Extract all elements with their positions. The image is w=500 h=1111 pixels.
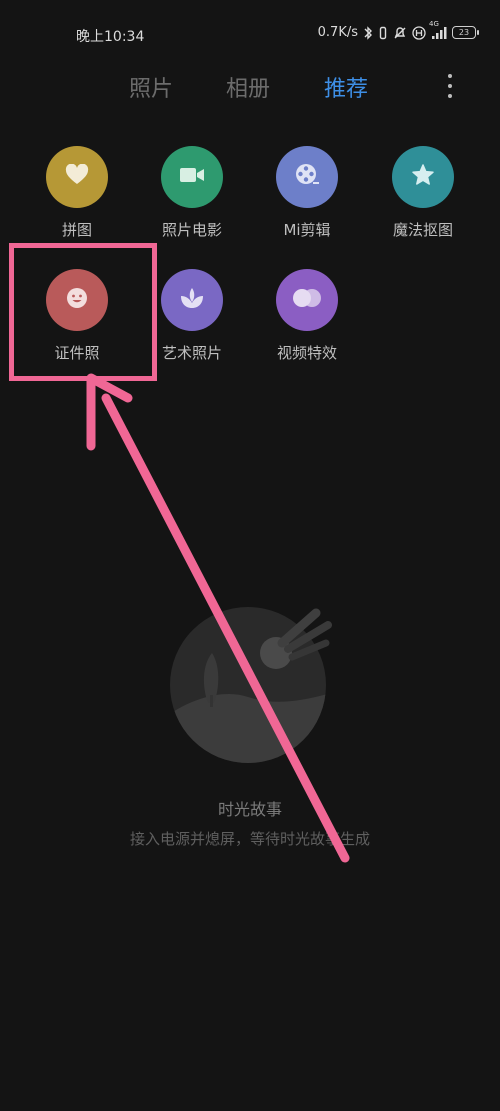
- star-icon: [411, 163, 435, 191]
- more-dot: [448, 94, 452, 98]
- top-tabs: 照片 相册 推荐: [0, 64, 500, 108]
- highlight-box: [9, 243, 157, 381]
- tool-mi-edit-label: Mi剪辑: [283, 221, 331, 239]
- tool-photo-movie-label: 照片电影: [161, 221, 222, 239]
- heart-icon: [65, 163, 89, 190]
- arrow-head: [86, 373, 133, 451]
- tool-video-effects-label: 视频特效: [276, 344, 337, 362]
- more-dot: [448, 74, 452, 78]
- tab-recommended[interactable]: 推荐: [324, 71, 368, 103]
- empty-state-title: 时光故事: [217, 800, 282, 819]
- more-dot: [448, 84, 452, 88]
- tab-albums[interactable]: 相册: [226, 71, 270, 103]
- network-speed: 0.7K/s: [317, 25, 358, 40]
- status-time: 晚上10:34: [76, 29, 145, 45]
- tool-photo-movie-circle: [161, 146, 223, 208]
- tool-magic-cutout[interactable]: 魔法抠图: [368, 146, 478, 256]
- network-type: 4G: [429, 19, 439, 28]
- do-not-disturb-icon: [393, 26, 407, 40]
- tool-collage-circle: [46, 146, 108, 208]
- bluetooth-icon: [363, 25, 373, 40]
- video-camera-icon: [179, 166, 205, 188]
- tool-magic-cutout-label: 魔法抠图: [392, 221, 453, 239]
- tool-collage[interactable]: 拼图: [22, 146, 132, 256]
- tool-mi-edit[interactable]: Mi剪辑: [252, 146, 362, 256]
- battery-icon: 23: [452, 26, 479, 39]
- signal-icon: 4G: [429, 20, 447, 40]
- tool-collage-label: 拼图: [61, 221, 92, 239]
- leaf-icon: [179, 286, 205, 314]
- status-bar: 晚上10:34 0.7K/s 4G 23: [0, 0, 500, 70]
- hd-icon: [412, 25, 426, 40]
- tool-photo-movie[interactable]: 照片电影: [137, 146, 247, 256]
- film-reel-icon: [294, 162, 320, 192]
- tool-art-photo-circle: [161, 269, 223, 331]
- empty-state-subtitle: 接入电源并熄屏，等待时光故事生成: [129, 830, 370, 848]
- more-options-button[interactable]: [440, 74, 460, 98]
- bubbles-icon: [292, 287, 322, 313]
- tool-video-effects-circle: [276, 269, 338, 331]
- vibrate-icon: [378, 26, 388, 40]
- tool-video-effects[interactable]: 视频特效: [252, 269, 362, 379]
- status-icons: 0.7K/s 4G 23: [317, 20, 479, 40]
- time-story-illustration: [168, 595, 338, 765]
- tool-mi-edit-circle: [276, 146, 338, 208]
- tab-photos[interactable]: 照片: [129, 71, 173, 103]
- tool-magic-cutout-circle: [392, 146, 454, 208]
